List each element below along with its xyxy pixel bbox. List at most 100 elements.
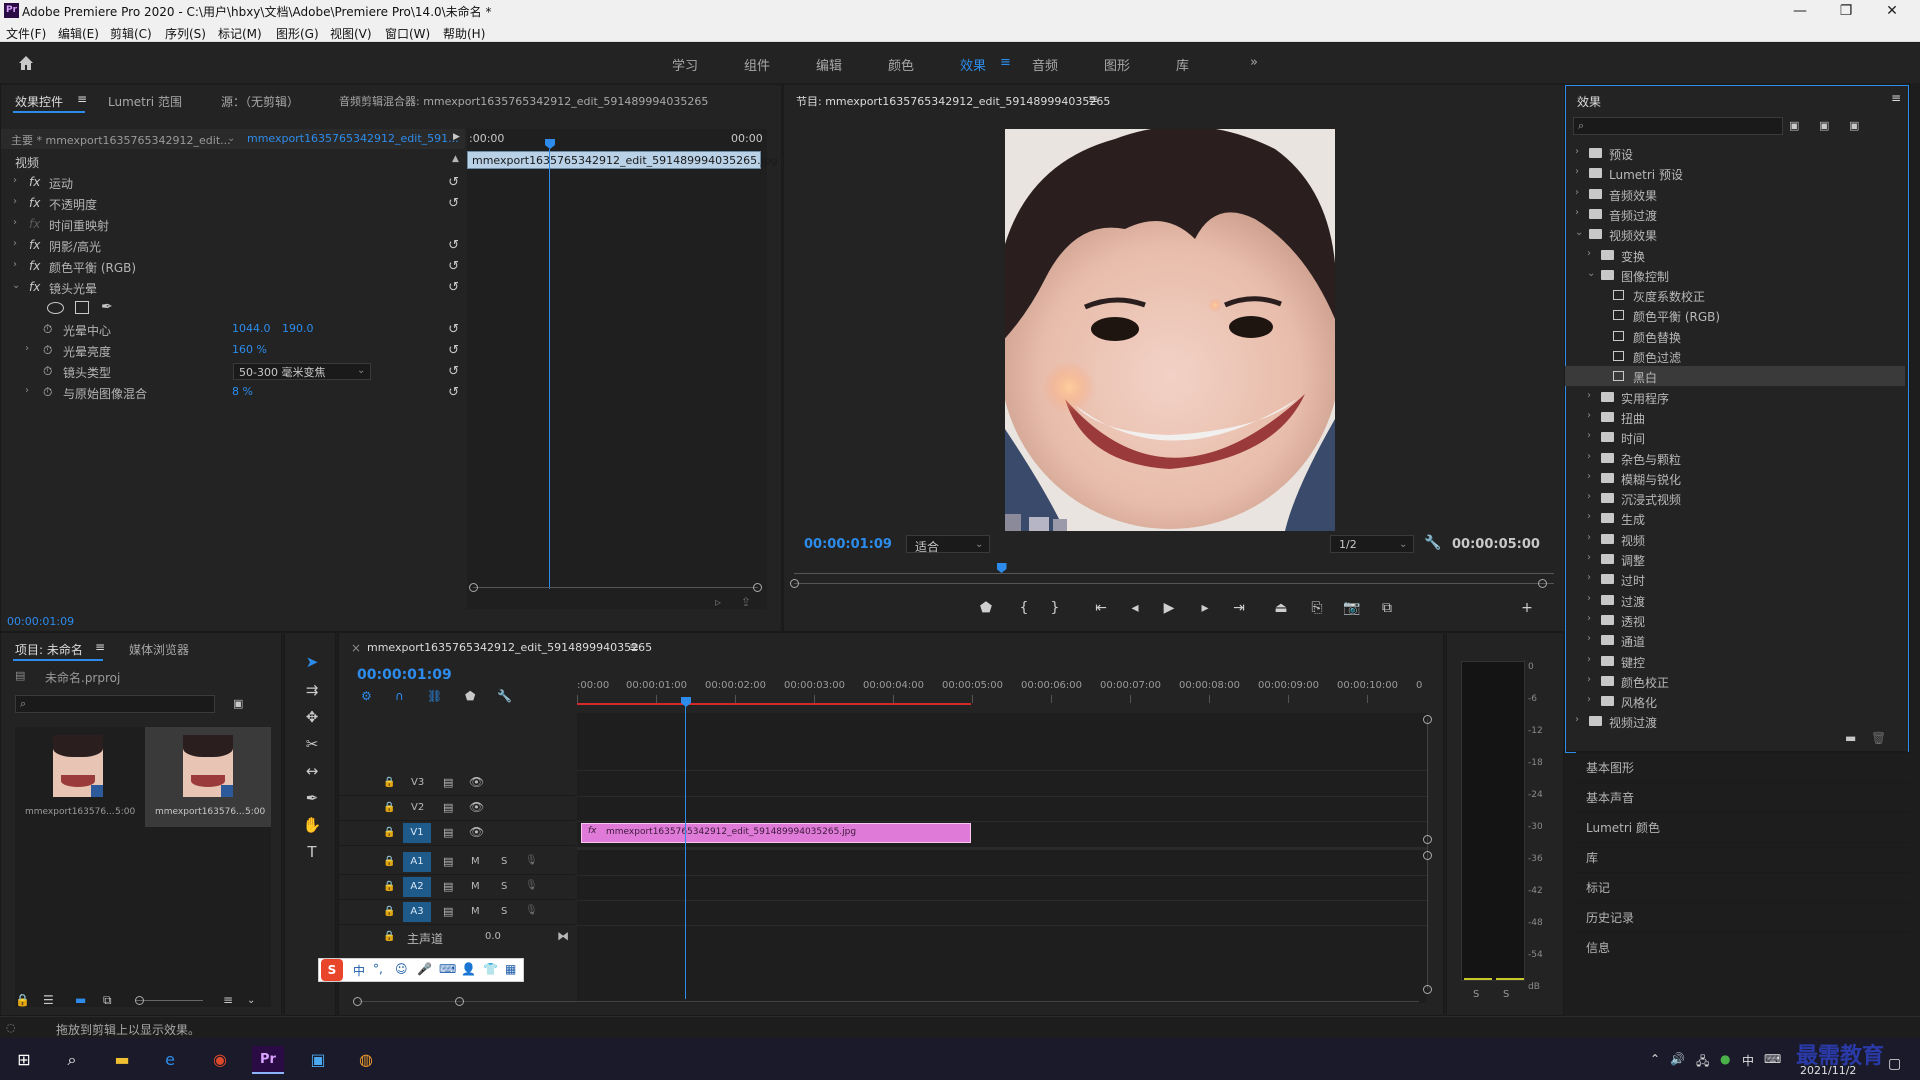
ime-user-icon[interactable]: 👤 — [461, 962, 476, 976]
sync-lock-icon[interactable]: ▤ — [443, 905, 453, 918]
filter-icon[interactable]: ▹ — [715, 595, 721, 609]
export-icon[interactable]: ⇪ — [741, 595, 751, 609]
workspace-graphics[interactable]: 图形 — [1104, 55, 1130, 74]
tab-lumetri-scopes[interactable]: Lumetri 范围 — [108, 93, 182, 110]
effects-folder[interactable]: › 视频 — [1565, 529, 1905, 549]
minimize-button[interactable]: — — [1780, 1, 1820, 21]
chevron-right-icon[interactable]: › — [1575, 187, 1579, 198]
reset-icon[interactable]: ↺ — [448, 175, 459, 190]
network-icon[interactable]: 🖧 — [1696, 1052, 1709, 1073]
section-lumetri-color[interactable]: Lumetri 颜色 — [1576, 812, 1910, 840]
effects-folder[interactable]: › 调整 — [1565, 549, 1905, 569]
new-bin-icon[interactable]: ▣ — [233, 697, 243, 710]
search-icon[interactable]: ⌕ — [56, 1046, 88, 1074]
lock-icon[interactable]: 🔒 — [383, 931, 395, 942]
app-taskbar-icon[interactable]: ▣ — [302, 1046, 334, 1074]
effects-folder[interactable]: › 生成 — [1565, 508, 1905, 528]
pen-tool-icon[interactable]: ✒ — [302, 788, 322, 808]
fx-icon[interactable]: fx — [29, 238, 40, 252]
section-info[interactable]: 信息 — [1576, 932, 1910, 960]
menu-help[interactable]: 帮助(H) — [443, 25, 485, 42]
play-icon[interactable]: ▶ — [1158, 600, 1180, 616]
snap-icon[interactable]: ∩ — [395, 689, 404, 703]
accelerated-effects-icon[interactable]: ▣ — [1789, 119, 1799, 132]
menu-marker[interactable]: 标记(M) — [218, 25, 262, 42]
effect-row[interactable]: › fx 时间重映射 — [1, 214, 465, 235]
project-item[interactable]: mmexport163576... 5:00 — [145, 727, 271, 827]
menu-window[interactable]: 窗口(W) — [385, 25, 430, 42]
chevron-right-icon[interactable]: › — [25, 343, 29, 354]
solo-button[interactable]: S — [501, 881, 507, 892]
zoom-handle-left[interactable] — [469, 583, 478, 592]
workspace-color[interactable]: 颜色 — [888, 55, 914, 74]
home-icon[interactable] — [16, 53, 36, 73]
effects-folder[interactable]: › 模糊与锐化 — [1565, 468, 1905, 488]
button-editor-icon[interactable]: + — [1516, 600, 1538, 616]
section-markers[interactable]: 标记 — [1576, 872, 1910, 900]
tab-effect-controls[interactable]: 效果控件 — [15, 93, 63, 110]
chevron-down-icon[interactable]: ⌄ — [12, 280, 20, 291]
workspace-menu-icon[interactable]: ≡ — [1000, 55, 1011, 70]
chevron-right-icon[interactable]: › — [13, 175, 17, 186]
program-playhead[interactable] — [996, 563, 1007, 573]
effects-folder[interactable]: › 实用程序 — [1565, 387, 1905, 407]
project-item[interactable]: mmexport163576... 5:00 — [15, 727, 141, 827]
effects-folder[interactable]: › 过渡 — [1565, 590, 1905, 610]
section-libraries[interactable]: 库 — [1576, 842, 1910, 870]
chrome-icon[interactable]: ◉ — [204, 1046, 236, 1074]
effects-preset[interactable]: 灰度系数校正 — [1565, 285, 1905, 305]
mark-out-icon[interactable]: } — [1044, 600, 1066, 616]
eye-icon[interactable]: 👁 — [469, 825, 484, 839]
effects-title[interactable]: 效果 — [1577, 93, 1601, 110]
effect-row[interactable]: ⌄ fx 镜头光晕 ↺ — [1, 277, 465, 298]
chevron-down-icon[interactable]: ⌄ — [357, 365, 365, 376]
chevron-right-icon[interactable]: › — [1575, 146, 1579, 157]
ellipse-mask-icon[interactable] — [47, 302, 64, 314]
effects-folder[interactable]: ⌄ 图像控制 — [1565, 265, 1905, 285]
chevron-right-icon[interactable]: › — [1587, 491, 1591, 502]
ime-keyboard-icon[interactable]: ⌨ — [439, 962, 456, 976]
premiere-taskbar-icon[interactable]: Pr — [252, 1046, 284, 1074]
hscroll-handle-right[interactable] — [455, 997, 464, 1006]
fx-icon[interactable]: fx — [29, 259, 40, 273]
mark-in-icon[interactable]: { — [1013, 600, 1035, 616]
workspace-assembly[interactable]: 组件 — [744, 55, 770, 74]
sync-lock-icon[interactable]: ▤ — [443, 826, 453, 839]
sync-lock-icon[interactable]: ▤ — [443, 880, 453, 893]
stopwatch-icon[interactable]: ⏱ — [43, 364, 52, 379]
stopwatch-icon[interactable]: ⏱ — [43, 343, 52, 358]
chevron-right-icon[interactable]: › — [1587, 430, 1591, 441]
effects-folder[interactable]: › 音频效果 — [1565, 184, 1905, 204]
add-marker-icon[interactable]: ⬟ — [465, 689, 475, 703]
sync-lock-icon[interactable]: ▤ — [443, 776, 453, 789]
panel-menu-icon[interactable]: ≡ — [95, 640, 105, 654]
reset-icon[interactable]: ↺ — [448, 364, 459, 379]
solo-button[interactable]: S — [501, 906, 507, 917]
menu-clip[interactable]: 剪辑(C) — [110, 25, 152, 42]
effects-folder[interactable]: › 杂色与颗粒 — [1565, 448, 1905, 468]
effects-folder[interactable]: › Lumetri 预设 — [1565, 163, 1905, 183]
fit-dropdown[interactable]: 适合 ⌄ — [906, 535, 990, 554]
lock-icon[interactable]: 🔒 — [383, 906, 395, 917]
scroll-handle[interactable] — [1423, 835, 1432, 844]
chevron-right-icon[interactable]: › — [1575, 166, 1579, 177]
reset-icon[interactable]: ↺ — [448, 385, 459, 400]
rectangle-mask-icon[interactable] — [75, 301, 89, 314]
linked-selection-icon[interactable]: ⛓ — [427, 689, 442, 703]
workspace-effects[interactable]: 效果 — [960, 55, 986, 74]
selection-tool-icon[interactable]: ➤ — [302, 652, 322, 672]
fx-icon[interactable]: fx — [29, 196, 40, 210]
chevron-right-icon[interactable]: › — [1587, 694, 1591, 705]
fx-icon[interactable]: fx — [29, 175, 40, 189]
effect-row[interactable]: › fx 不透明度 ↺ — [1, 193, 465, 214]
ime-chinese-mode[interactable]: 中 — [353, 962, 365, 979]
workspace-libraries[interactable]: 库 — [1176, 55, 1189, 74]
stopwatch-icon[interactable]: ⏱ — [43, 322, 52, 337]
zoom-scrollbar[interactable] — [794, 583, 1554, 584]
chevron-right-icon[interactable]: › — [1587, 552, 1591, 563]
reset-icon[interactable]: ↺ — [448, 322, 459, 337]
go-to-end-icon[interactable]: ⧓ — [557, 929, 569, 943]
app-taskbar-icon-2[interactable]: ◍ — [350, 1046, 382, 1074]
reset-icon[interactable]: ↺ — [448, 238, 459, 253]
nest-icon[interactable]: ⚙ — [361, 689, 372, 703]
